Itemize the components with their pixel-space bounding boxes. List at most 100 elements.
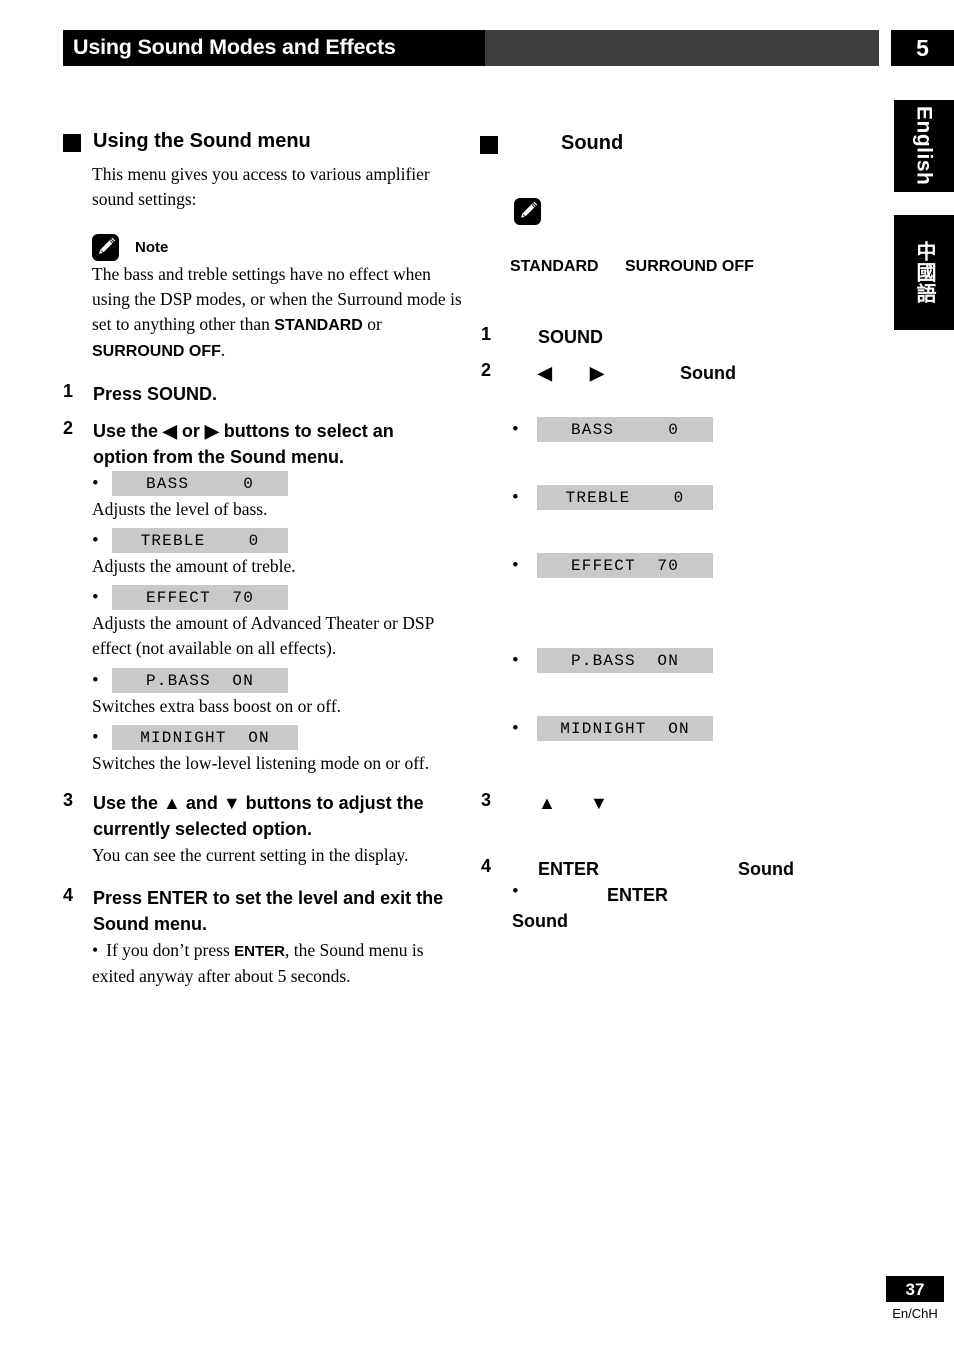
right-option-bass-bullet: • <box>512 419 519 440</box>
left-step-1-number: 1 <box>63 381 74 401</box>
left-option-effect-bullet: • <box>92 587 99 608</box>
footer-language-code: En/ChH <box>892 1306 938 1321</box>
left-option-treble-bullet: • <box>92 530 99 551</box>
lcd-display-effect: EFFECT 70 <box>112 585 288 610</box>
note-text-part2: or <box>362 314 382 334</box>
left-section-heading: Using the Sound menu <box>63 130 463 152</box>
left-step-3-text: Use the ▲ and ▼ buttons to adjust the cu… <box>93 793 424 839</box>
right-step-2: 2 ◀ ▶ Sound <box>481 360 881 386</box>
right-section-title: Sound <box>561 132 624 154</box>
note-bold-surround-off: SURROUND OFF <box>92 343 221 360</box>
right-option-midnight: • MIDNIGHT ON <box>512 716 713 741</box>
header-grey-filler <box>485 30 879 66</box>
left-step-2-number: 2 <box>63 418 74 438</box>
right-section-bullet-square-icon <box>480 136 498 154</box>
right-option-pbass: • P.BASS ON <box>512 648 713 673</box>
right-step-4: 4 ENTER Sound <box>481 856 881 882</box>
right-step-4-note-bullet: • <box>512 881 519 902</box>
lcd-display-midnight: MIDNIGHT ON <box>112 725 298 750</box>
language-tab-chinese[interactable]: 中國語 <box>894 215 954 330</box>
right-pencil-note-icon <box>514 198 541 225</box>
left-option-effect-desc: Adjusts the amount of Advanced Theater o… <box>92 613 434 658</box>
right-step-3-number: 3 <box>481 790 492 810</box>
left-step-2: 2 Use the ◀ or ▶ buttons to select an op… <box>63 418 463 470</box>
chapter-number: 5 <box>916 34 929 61</box>
left-step-3-number: 3 <box>63 790 74 810</box>
left-option-treble-desc: Adjusts the amount of treble. <box>92 556 296 576</box>
left-option-midnight: • MIDNIGHT ON <box>92 725 298 750</box>
right-step-1-text: SOUND <box>538 327 604 347</box>
right-section-heading: Sound <box>480 132 880 154</box>
right-step-4-note-term-enter: ENTER <box>607 885 669 905</box>
footer-page-number: 37 <box>905 1279 925 1299</box>
right-note-term-standard: STANDARD <box>510 258 599 275</box>
right-note-term-surround-off: SURROUND OFF <box>625 258 754 275</box>
left-step-4-note-bullet: • <box>92 940 99 960</box>
language-tab-chinese-label: 中國語 <box>913 241 935 304</box>
note-body-text: The bass and treble settings have no eff… <box>92 262 464 364</box>
right-option-effect-bullet: • <box>512 555 519 576</box>
left-option-pbass-desc: Switches extra bass boost on or off. <box>92 696 342 716</box>
right-option-bass: • BASS 0 <box>512 417 713 442</box>
right-option-effect: • EFFECT 70 <box>512 553 713 578</box>
right-lcd-display-treble: TREBLE 0 <box>537 485 713 510</box>
left-option-bass-bullet: • <box>92 473 99 494</box>
chapter-number-block: 5 <box>891 30 954 66</box>
right-step-2-text: Sound <box>680 363 736 383</box>
right-step-2-arrow-left-icon: ◀ <box>538 363 552 383</box>
right-step-2-number: 2 <box>481 360 492 380</box>
language-tab-english[interactable]: English <box>894 100 954 192</box>
left-option-midnight-desc: Switches the low-level listening mode on… <box>92 753 429 773</box>
left-step-4: 4 Press ENTER to set the level and exit … <box>63 885 463 937</box>
left-step-4-number: 4 <box>63 885 74 905</box>
right-option-treble: • TREBLE 0 <box>512 485 713 510</box>
note-header: Note <box>92 234 168 261</box>
right-lcd-display-midnight: MIDNIGHT ON <box>537 716 713 741</box>
right-step-4-text-sound: Sound <box>738 859 794 879</box>
right-step-1-number: 1 <box>481 324 492 344</box>
left-step-4-note-bold-enter: ENTER <box>234 943 285 960</box>
note-label: Note <box>135 239 169 256</box>
left-option-treble: • TREBLE 0 <box>92 528 288 553</box>
right-step-2-arrow-right-icon: ▶ <box>590 363 604 383</box>
right-lcd-display-pbass: P.BASS ON <box>537 648 713 673</box>
lcd-display-bass: BASS 0 <box>112 471 288 496</box>
right-step-3-arrow-up-icon: ▲ <box>538 793 556 813</box>
right-option-pbass-bullet: • <box>512 650 519 671</box>
pencil-note-icon <box>92 234 119 261</box>
left-option-bass-desc: Adjusts the level of bass. <box>92 499 268 519</box>
left-option-pbass-bullet: • <box>92 670 99 691</box>
left-step-1-text: Press SOUND. <box>93 384 218 404</box>
right-step-3: 3 ▲ ▼ <box>481 790 881 816</box>
right-step-4-note: • ENTER <box>512 882 912 908</box>
right-option-midnight-bullet: • <box>512 718 519 739</box>
right-step-4-number: 4 <box>481 856 492 876</box>
language-tab-english-label: English <box>912 106 936 186</box>
note-bold-standard: STANDARD <box>274 317 363 334</box>
page-header-band: Using Sound Modes and Effects 5 <box>0 30 954 66</box>
left-option-pbass: • P.BASS ON <box>92 668 288 693</box>
left-option-effect: • EFFECT 70 <box>92 585 288 610</box>
right-step-4-text: ENTER <box>538 859 600 879</box>
left-intro-text: This menu gives you access to various am… <box>92 164 430 209</box>
left-step-3: 3 Use the ▲ and ▼ buttons to adjust the … <box>63 790 463 842</box>
left-step-3-desc: You can see the current setting in the d… <box>92 845 409 865</box>
right-option-treble-bullet: • <box>512 487 519 508</box>
note-text-part3: . <box>220 340 226 360</box>
right-step-4-note-term-sound: Sound <box>512 911 568 931</box>
right-step-1: 1 SOUND <box>481 324 881 350</box>
chapter-title-block: Using Sound Modes and Effects <box>63 30 485 66</box>
left-step-1: 1 Press SOUND. <box>63 381 463 407</box>
right-note-icon-wrap <box>514 198 541 225</box>
right-lcd-display-bass: BASS 0 <box>537 417 713 442</box>
left-step-4-note: • If you don’t press ENTER, the Sound men… <box>92 938 464 989</box>
left-section-title: Using the Sound menu <box>93 130 311 152</box>
chapter-title: Using Sound Modes and Effects <box>73 35 396 60</box>
lcd-display-pbass: P.BASS ON <box>112 668 288 693</box>
left-step-2-text: Use the ◀ or ▶ buttons to select an opti… <box>93 421 394 467</box>
left-option-midnight-bullet: • <box>92 727 99 748</box>
section-bullet-square-icon <box>63 134 81 152</box>
lcd-display-treble: TREBLE 0 <box>112 528 288 553</box>
right-step-3-arrow-down-icon: ▼ <box>590 793 608 813</box>
footer-page-number-block: 37 <box>886 1276 944 1302</box>
